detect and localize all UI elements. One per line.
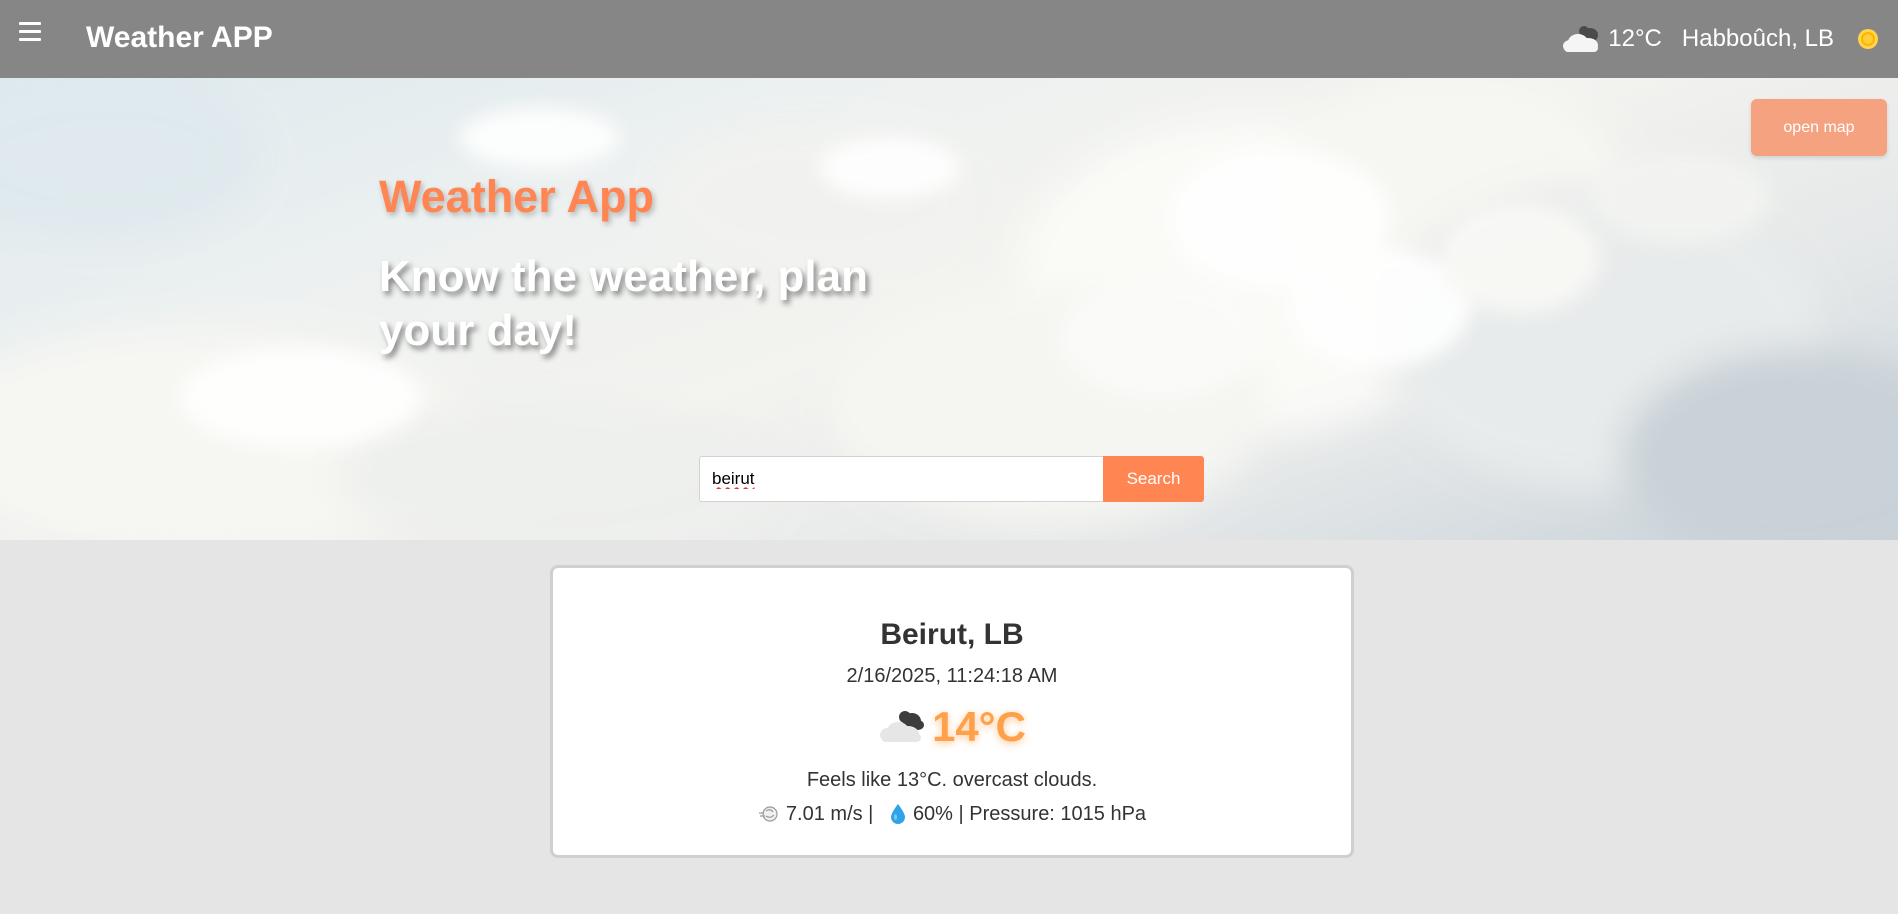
navbar-temperature: 12°C (1608, 25, 1662, 52)
city-name: Beirut, LB (880, 618, 1024, 651)
top-navbar: Weather APP 12°C Habboûch, LB (0, 0, 1898, 78)
current-temperature-row: 14°C (553, 700, 1351, 754)
pressure: Pressure: 1015 hPa (969, 803, 1147, 825)
weather-description: Feels like 13°C. overcast clouds. (806, 769, 1098, 791)
current-location-weather: 12°C Habboûch, LB (1562, 22, 1880, 56)
water-drop-icon (890, 804, 905, 824)
hamburger-menu-icon[interactable] (17, 16, 45, 46)
local-datetime: 2/16/2025, 11:24:18 AM (846, 665, 1058, 687)
hero-banner: Weather App Know the weather, plan your … (0, 78, 1898, 540)
humidity: 60% (912, 803, 953, 825)
open-map-button[interactable]: open map (1751, 99, 1887, 156)
stat-separator: | (862, 803, 879, 825)
stat-separator: | (952, 803, 970, 825)
hero-tagline: Know the weather, plan your day! (379, 252, 868, 355)
overcast-cloud-icon (880, 711, 925, 742)
navbar-location: Habboûch, LB (1681, 25, 1834, 52)
weather-stats: 7.01 m/s | 60% | Pressure: 1015 hPa (553, 802, 1351, 826)
wind-speed: 7.01 m/s (785, 803, 863, 825)
overcast-cloud-icon (1563, 26, 1599, 52)
sun-icon[interactable] (1856, 27, 1880, 51)
app-brand: Weather APP (86, 21, 273, 54)
card-temperature: 14°C (932, 703, 1026, 750)
hero-title: Weather App (379, 171, 655, 222)
wind-icon (758, 806, 778, 822)
weather-result-card: Beirut, LB 2/16/2025, 11:24:18 AM 14°C F… (550, 565, 1354, 858)
city-search-input[interactable] (699, 456, 1103, 502)
search-button[interactable]: Search (1103, 456, 1204, 502)
city-search-form: Search (699, 456, 1204, 502)
